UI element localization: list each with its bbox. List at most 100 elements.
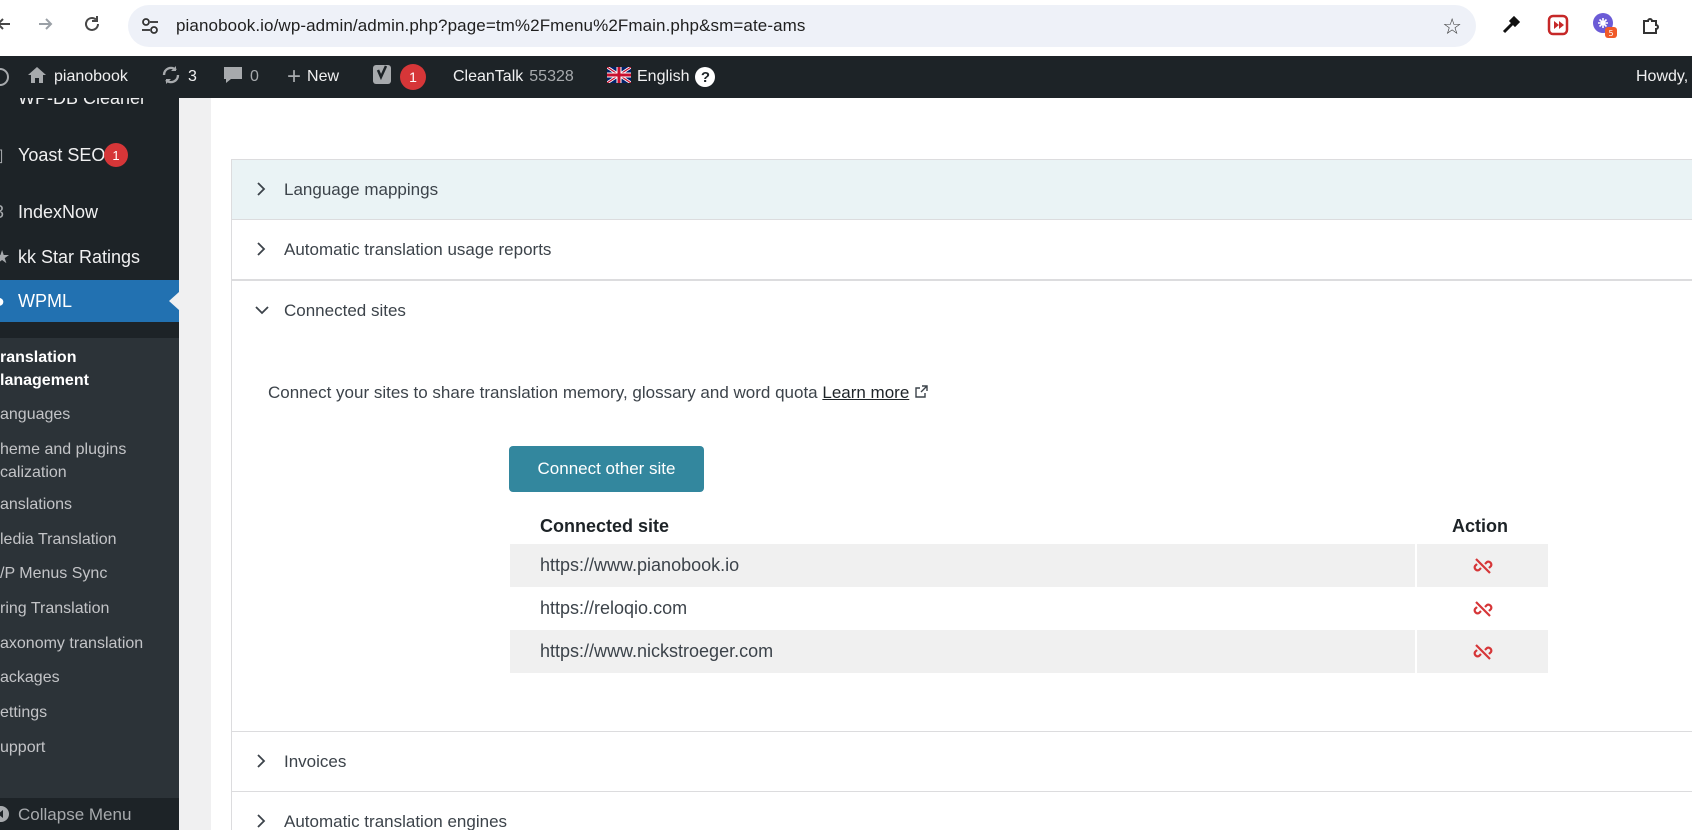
connect-other-site-button[interactable]: Connect other site bbox=[509, 446, 704, 492]
bookmark-star-icon[interactable]: ☆ bbox=[1442, 14, 1462, 40]
wp-logo-icon[interactable] bbox=[0, 56, 10, 98]
yoast-menu-badge: 1 bbox=[104, 143, 128, 167]
collapse-label: Collapse Menu bbox=[18, 805, 132, 824]
help-icon[interactable]: ? bbox=[695, 67, 716, 87]
submenu-item-theme-plugins-localization[interactable]: heme and plugins calization bbox=[0, 438, 179, 484]
home-icon bbox=[26, 64, 48, 91]
sidebar-item-label: kk Star Ratings bbox=[18, 246, 141, 267]
site-info-icon[interactable] bbox=[140, 17, 160, 35]
new-content-link[interactable]: + New bbox=[287, 56, 339, 98]
section-label: Connected sites bbox=[284, 300, 406, 320]
site-url: https://reloqio.com bbox=[540, 598, 688, 618]
collapse-icon bbox=[0, 805, 10, 828]
section-translation-engines[interactable]: Automatic translation engines bbox=[231, 791, 1692, 830]
sidebar-item-wpml[interactable]: ● WPML bbox=[0, 280, 179, 322]
section-language-mappings[interactable]: Language mappings bbox=[231, 159, 1692, 220]
yoast-link[interactable]: 1 bbox=[372, 56, 426, 98]
sidebar-item-indexnow[interactable]: 3 IndexNow bbox=[0, 191, 179, 233]
submenu-item-string-translation[interactable]: ring Translation bbox=[0, 597, 179, 620]
new-label: New bbox=[307, 68, 340, 85]
eyedropper-icon[interactable] bbox=[1498, 12, 1524, 38]
site-url: https://www.nickstroeger.com bbox=[510, 630, 1415, 673]
submenu-item-support[interactable]: upport bbox=[0, 736, 179, 759]
cleantalk-count: 55328 bbox=[529, 68, 574, 85]
submenu-item-taxonomy-translation[interactable]: axonomy translation bbox=[0, 632, 179, 655]
wpml-icon: ● bbox=[0, 291, 8, 311]
yoast-icon bbox=[372, 63, 394, 92]
submenu-item-languages[interactable]: anguages bbox=[0, 403, 179, 426]
browser-toolbar: pianobook.io/wp-admin/admin.php?page=tm%… bbox=[0, 0, 1692, 56]
site-url: https://www.pianobook.io bbox=[510, 544, 1415, 587]
connected-sites-description: Connect your sites to share translation … bbox=[268, 383, 928, 403]
howdy-link[interactable]: Howdy, bbox=[1636, 56, 1688, 98]
unlink-button[interactable] bbox=[1417, 630, 1548, 673]
sidebar-item-wp-db-cleaner[interactable]: WP-DB Cleaner bbox=[0, 98, 179, 119]
learn-more-link[interactable]: Learn more bbox=[822, 383, 909, 402]
sidebar-item-label: WP-DB Cleaner bbox=[18, 98, 146, 109]
wp-admin-bar: pianobook 3 0 + New 1 CleanTalk 55328 En… bbox=[0, 56, 1692, 98]
yoast-notification-badge: 1 bbox=[400, 64, 426, 90]
extension-badge: 5 bbox=[1608, 29, 1613, 38]
language-switcher[interactable]: English ? bbox=[606, 56, 716, 98]
section-usage-reports[interactable]: Automatic translation usage reports bbox=[231, 219, 1692, 280]
url-text[interactable]: pianobook.io/wp-admin/admin.php?page=tm%… bbox=[176, 16, 806, 36]
section-connected-sites[interactable]: Connected sites bbox=[231, 280, 1692, 341]
submenu-line: heme and plugins bbox=[0, 441, 127, 458]
table-row: https://reloqio.com bbox=[510, 587, 1548, 630]
chevron-down-icon bbox=[254, 300, 270, 320]
site-name-link[interactable]: pianobook bbox=[26, 56, 128, 98]
extension-purple-icon[interactable]: 5 bbox=[1592, 12, 1618, 38]
language-label: English bbox=[637, 68, 690, 85]
uk-flag-icon bbox=[606, 65, 632, 88]
sidebar-item-yoast-seo[interactable]: ▯ Yoast SEO 1 bbox=[0, 134, 179, 176]
updates-link[interactable]: 3 bbox=[160, 56, 197, 98]
section-label: Automatic translation usage reports bbox=[284, 239, 552, 259]
unlink-icon bbox=[1473, 557, 1492, 574]
column-header-action: Action bbox=[1452, 515, 1508, 536]
back-icon[interactable] bbox=[0, 12, 16, 36]
submenu-item-media-translation[interactable]: ledia Translation bbox=[0, 528, 179, 551]
howdy-label: Howdy, bbox=[1636, 68, 1689, 85]
submenu-item-settings[interactable]: ettings bbox=[0, 701, 179, 724]
admin-sidebar: WP-DB Cleaner ▯ Yoast SEO 1 3 IndexNow ★… bbox=[0, 98, 179, 830]
updates-icon bbox=[160, 64, 182, 91]
yoast-menu-icon: ▯ bbox=[0, 145, 8, 165]
updates-count: 3 bbox=[188, 68, 197, 85]
submenu-item-wp-menus-sync[interactable]: /P Menus Sync bbox=[0, 562, 179, 585]
reload-icon[interactable] bbox=[80, 12, 104, 36]
section-label: Language mappings bbox=[284, 179, 439, 199]
submenu-line: lanagement bbox=[0, 372, 89, 389]
collapse-menu-button[interactable]: Collapse Menu bbox=[0, 800, 179, 830]
indexnow-icon: 3 bbox=[0, 202, 8, 222]
unlink-icon bbox=[1473, 643, 1492, 660]
cleantalk-label: CleanTalk bbox=[453, 68, 524, 85]
submenu-item-translation-management[interactable]: ranslation lanagement bbox=[0, 346, 179, 392]
unlink-button[interactable] bbox=[1417, 544, 1548, 587]
forward-icon[interactable] bbox=[33, 12, 57, 36]
site-name: pianobook bbox=[54, 68, 128, 85]
extensions-puzzle-icon[interactable] bbox=[1638, 12, 1664, 38]
cleantalk-link[interactable]: CleanTalk 55328 bbox=[453, 56, 574, 98]
submenu-line: ranslation bbox=[0, 349, 77, 366]
submenu-item-translations[interactable]: anslations bbox=[0, 493, 179, 516]
star-icon: ★ bbox=[0, 247, 11, 267]
section-label: Invoices bbox=[284, 751, 347, 771]
sidebar-item-label: Yoast SEO bbox=[18, 144, 106, 165]
extension-red-icon[interactable] bbox=[1545, 12, 1571, 38]
column-header-site: Connected site bbox=[540, 515, 670, 536]
unlink-button[interactable] bbox=[1417, 587, 1548, 630]
table-row: https://www.pianobook.io bbox=[510, 544, 1548, 587]
section-label: Automatic translation engines bbox=[284, 811, 508, 830]
external-link-icon bbox=[915, 385, 928, 401]
plus-icon: + bbox=[287, 63, 302, 90]
table-row: https://www.nickstroeger.com bbox=[510, 630, 1548, 673]
wpml-submenu: ranslation lanagement anguages heme and … bbox=[0, 338, 179, 798]
chevron-right-icon bbox=[254, 239, 270, 259]
chevron-right-icon bbox=[254, 811, 270, 830]
comments-link[interactable]: 0 bbox=[222, 56, 259, 98]
section-invoices[interactable]: Invoices bbox=[231, 731, 1692, 792]
submenu-item-packages[interactable]: ackages bbox=[0, 666, 179, 689]
sidebar-item-kk-star-ratings[interactable]: ★ kk Star Ratings bbox=[0, 236, 179, 278]
address-bar[interactable]: pianobook.io/wp-admin/admin.php?page=tm%… bbox=[128, 5, 1476, 47]
chevron-right-icon bbox=[254, 751, 270, 771]
